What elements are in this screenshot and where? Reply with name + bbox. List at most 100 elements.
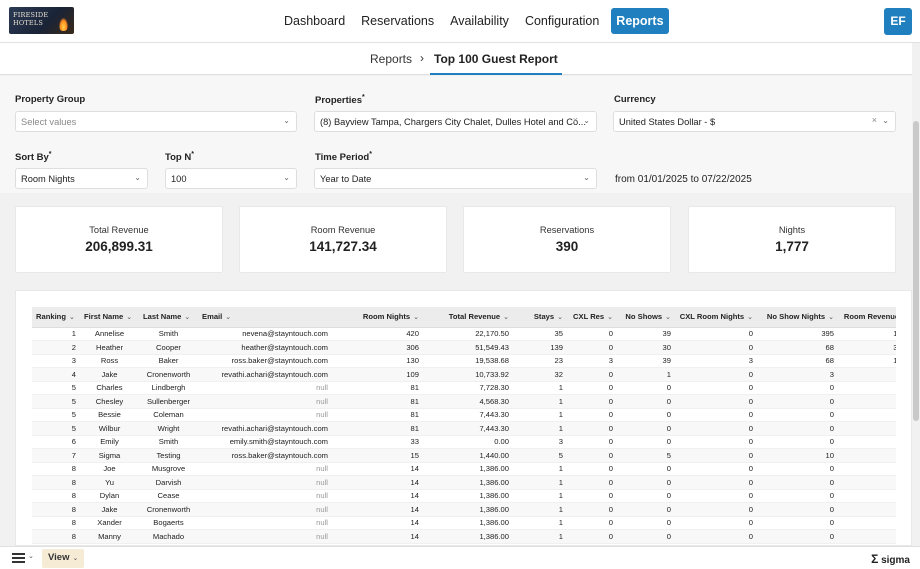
sort-by-value: Room Nights [21,174,75,184]
nav-reservations[interactable]: Reservations [353,8,442,34]
top-n-value: 100 [171,174,187,184]
kpi-label: Nights [778,225,806,235]
table-row[interactable]: 8YuDarvishnull141,386.00100004 [32,475,896,490]
scrollbar-thumb[interactable] [913,121,919,421]
sort-chevron-icon[interactable]: ⌄ [665,314,671,321]
table-cell: 0 [675,327,757,341]
table-cell: 8 [32,475,80,490]
clear-icon[interactable]: × [872,115,877,125]
column-header[interactable]: Stays ⌄ [513,307,567,328]
column-header[interactable]: No Shows ⌄ [617,307,675,328]
top-n-select[interactable]: 100 ⌄ [165,168,297,189]
column-header[interactable]: Email ⌄ [198,307,332,328]
table-row[interactable]: 5BessieColemannull817,443.30100005,0 [32,408,896,422]
table-cell: 1,386.00 [423,475,513,490]
table-cell: 4 [838,489,896,503]
table-row[interactable]: 8MannyMachadonull141,386.00100004 [32,529,896,544]
property-group-select[interactable]: Select values ⌄ [15,111,297,132]
column-header[interactable]: Ranking ⌄ [32,307,80,328]
sort-chevron-icon[interactable]: ⌄ [607,314,613,321]
sort-chevron-icon[interactable]: ⌄ [126,314,132,321]
sort-chevron-icon[interactable]: ⌄ [69,314,75,321]
user-avatar[interactable]: EF [884,8,912,35]
kpi-nights: Nights 1,777 [688,206,896,273]
table-cell: 39 [617,327,675,341]
column-header[interactable]: Room Nights ⌄ [332,307,423,328]
table-scroll-area[interactable]: Ranking ⌄ First Name ⌄ Last Name ⌄ Email ⌄ Room … [32,307,896,545]
nav-reports[interactable]: Reports [611,8,669,34]
nav-configuration[interactable]: Configuration [517,8,607,34]
table-cell: 1 [513,462,567,476]
chevron-down-icon[interactable]: ⌄ [28,552,34,560]
sort-chevron-icon[interactable]: ⌄ [747,314,753,321]
table-cell: null [198,516,332,530]
view-mode-button[interactable]: View ⌄ [42,549,85,568]
table-cell: 1,386.00 [423,516,513,530]
clear-icon[interactable]: × [573,115,578,125]
table-row[interactable]: 8JoeMusgrovenull141,386.00100004 [32,462,896,476]
page-title-tab[interactable]: Top 100 Guest Report [430,43,562,75]
table-row[interactable]: 6 Emily Smith emily.smith@stayntouch.com 33 0… [32,435,896,449]
table-row[interactable]: 4 Jake Cronenworth revathi.achari@stayntouc… [32,367,896,382]
currency-select[interactable]: United States Dollar - $ × ⌄ [613,111,896,132]
time-period-select[interactable]: Year to Date ⌄ [314,168,597,189]
table-row[interactable]: 5 Wilbur Wright revathi.achari@stayntouch.c… [32,421,896,436]
table-row[interactable]: 7 Sigma Testing ross.baker@stayntouch.com 15… [32,448,896,463]
sort-chevron-icon[interactable]: ⌄ [225,314,231,321]
time-period-label: Time Period* [315,151,372,164]
table-cell: 1 [513,394,567,409]
table-row[interactable]: 5ChesleySullenbergernull814,568.30100003… [32,394,896,409]
table-row[interactable]: 1 Annelise Smith nevena@stayntouch.com 420 22… [32,327,896,341]
table-row[interactable]: 5CharlesLindberghnull817,728.30100005,0 [32,381,896,395]
table-cell: 37,2 [838,340,896,355]
table-cell: 1 [617,367,675,382]
column-header[interactable]: First Name ⌄ [80,307,139,328]
sigma-logo: Σ sigma [871,552,910,566]
guest-report-table-card: Ranking ⌄ First Name ⌄ Last Name ⌄ Email ⌄ Room … [15,290,912,546]
table-cell: 0 [757,475,838,490]
table-cell: 0 [617,475,675,490]
column-header[interactable]: Total Revenue ⌄ [423,307,513,328]
sort-chevron-icon[interactable]: ⌄ [184,314,190,321]
table-cell: 0 [617,462,675,476]
sort-chevron-icon[interactable]: ⌄ [557,314,563,321]
column-header[interactable]: CXL Room Nights ⌄ [675,307,757,328]
kpi-reservations: Reservations 390 [463,206,671,273]
properties-select[interactable]: (8) Bayview Tampa, Chargers City Chalet,… [314,111,597,132]
fireside-hotels-logo[interactable]: FIRESIDE HOTELS [9,7,74,34]
nav-availability[interactable]: Availability [442,8,517,34]
table-cell: Wright [139,421,198,436]
table-cell: 0 [567,327,617,341]
sort-chevron-icon[interactable]: ⌄ [828,314,834,321]
table-row[interactable]: 8DylanCeasenull141,386.00100004 [32,489,896,503]
table-cell: 32 [513,367,567,382]
sort-by-select[interactable]: Room Nights ⌄ [15,168,148,189]
table-cell: 3,0 [838,394,896,409]
table-row[interactable]: 2 Heather Cooper heather@stayntouch.com 306 5… [32,340,896,355]
page-scrollbar[interactable] [912,43,920,543]
nav-dashboard[interactable]: Dashboard [276,8,353,34]
table-cell: 0 [675,462,757,476]
table-row[interactable]: 8XanderBogaertsnull141,386.00100004 [32,516,896,530]
table-cell: 14 [332,502,423,517]
table-cell: null [198,489,332,503]
table-cell: Wilbur [80,421,139,436]
column-header[interactable]: Room Revenue⌄ [838,307,896,328]
table-cell: null [198,381,332,395]
table-row[interactable]: 8JakeCronenworthnull141,386.00100004 [32,502,896,517]
sort-chevron-icon[interactable]: ⌄ [413,314,419,321]
column-header[interactable]: CXL Res ⌄ [567,307,617,328]
table-cell: Cronenworth [139,367,198,382]
table-row[interactable]: 3 Ross Baker ross.baker@stayntouch.com 130 19… [32,354,896,368]
table-cell: null [198,408,332,422]
table-cell: 14 [332,489,423,503]
chevron-down-icon: ⌄ [583,116,590,125]
hamburger-menu-icon[interactable] [12,553,25,563]
sort-chevron-icon[interactable]: ⌄ [503,314,509,321]
table-cell: 5 [32,381,80,395]
column-header[interactable]: No Show Nights ⌄ [757,307,838,328]
table-cell: 0 [617,408,675,422]
breadcrumb-reports-link[interactable]: Reports [370,52,412,66]
column-header[interactable]: Last Name ⌄ [139,307,198,328]
table-cell: 5,0 [838,421,896,436]
